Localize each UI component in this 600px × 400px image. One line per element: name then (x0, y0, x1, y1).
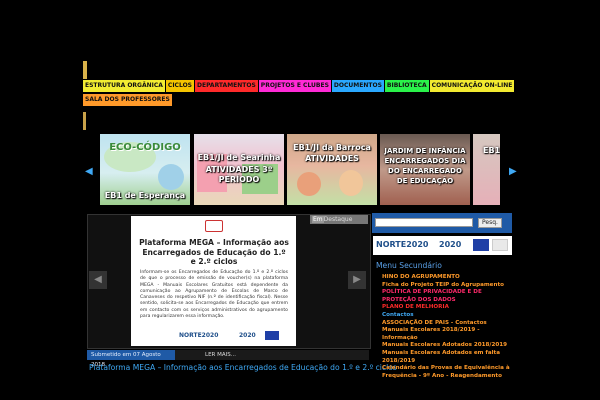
slider-thumb-searinha[interactable]: EB1/JI de Searinha ATIVIDADES 3º PERÍODO (194, 134, 284, 205)
document-body: Informam-se os Encarregados de Educação … (140, 270, 288, 320)
norte2020-logo: NORTE2020 (179, 332, 219, 339)
nav-row: SALA DOS PROFESSORES (83, 93, 448, 107)
nav-item[interactable]: DOCUMENTOS (331, 80, 384, 92)
nav-item[interactable]: CICLOS (165, 80, 194, 92)
secondary-menu-item[interactable]: Manuais Escolares Adotados em falta 2018… (382, 350, 512, 365)
post-meta-bar: Submetido em 07 Agosto 2018 LER MAIS... (87, 350, 369, 368)
funding-banner[interactable]: NORTE2020 2020 (373, 236, 512, 255)
secondary-menu-item[interactable]: Calendário das Provas de Equivalência à … (382, 365, 512, 380)
feature-next-arrow-icon[interactable]: ▶ (348, 271, 366, 289)
slider-next-arrow-icon[interactable]: ▶ (509, 166, 517, 177)
eu-flag-icon (473, 239, 489, 251)
eu-flag-icon (265, 331, 279, 340)
nav-item[interactable]: COMUNICAÇÃO ON-LINE (429, 80, 515, 92)
logo-placeholder-icon (492, 239, 508, 251)
slider-thumb-eco-codigo[interactable]: ECO-CÓDIGO EB1 de Esperança (100, 134, 190, 205)
read-more-link[interactable]: LER MAIS... (205, 350, 236, 360)
secondary-menu-title: Menu Secundário (376, 261, 442, 270)
secondary-menu-item[interactable]: POLÍTICA DE PRIVACIDADE E DE PROTEÇÃO DO… (382, 289, 512, 304)
secondary-menu-item[interactable]: Manuais Escolares 2018/2019 - Informação (382, 327, 512, 342)
slider-prev-arrow-icon[interactable]: ◀ (85, 166, 93, 177)
slider-thumb-jardim[interactable]: JARDIM DE INFÂNCIA ENCARREGADOS DIA DO E… (380, 134, 470, 205)
featured-tab[interactable]: EmDestaque (310, 215, 368, 224)
slide-caption-bottom: ATIVIDADES (305, 154, 359, 163)
slide-caption-top: ECO-CÓDIGO (109, 142, 181, 153)
document-footer-logos: NORTE2020 2020 (131, 328, 296, 344)
nav-row: ESTRUTURA ORGÂNICA CICLOS DEPARTAMENTOS PRO… (83, 79, 515, 93)
secondary-menu-item[interactable]: Manuais Escolares Adotados 2018/2019 (382, 342, 512, 350)
nav-handle (83, 61, 87, 79)
secondary-menu: HINO DO AGRUPAMENTO Ficha do Projeto TEIP… (382, 274, 512, 380)
secondary-menu-item[interactable]: ASSOCIAÇÃO DE PAIS - Contactos (382, 320, 512, 328)
portugal2020-logo: 2020 (239, 332, 256, 339)
nav-item[interactable]: BIBLIOTECA (384, 80, 429, 92)
slider-thumb-eb1[interactable]: EB1 (473, 134, 500, 205)
nav-item[interactable]: DEPARTAMENTOS (195, 80, 258, 92)
post-title-link[interactable]: Plataforma MEGA – Informação aos Encarre… (89, 363, 397, 372)
secondary-menu-item[interactable]: PLANO DE MELHORIA (382, 304, 512, 312)
slide-caption-top: EB1 (483, 146, 500, 155)
school-logo-icon (205, 220, 223, 232)
slide-image (297, 172, 321, 196)
portugal2020-logo: 2020 (439, 240, 462, 249)
nav-item[interactable]: SALA DOS PROFESSORES (83, 94, 172, 106)
nav-item[interactable]: PROJETOS E CLUBES (258, 80, 331, 92)
slide-image (158, 164, 184, 190)
search-button[interactable]: Pesq. (478, 218, 502, 228)
featured-tab-label: Destaque (323, 216, 353, 223)
slide-caption-top: EB1/JI de Searinha (197, 153, 281, 162)
post-date: Submetido em 07 Agosto 2018 (87, 350, 175, 368)
norte2020-logo: NORTE2020 (376, 240, 429, 249)
slide-caption-bottom: ATIVIDADES 3º PERÍODO (205, 165, 273, 184)
slide-caption-bottom: EB1 de Esperança (104, 191, 186, 200)
main-navigation: ESTRUTURA ORGÂNICA CICLOS DEPARTAMENTOS PRO… (83, 79, 515, 109)
featured-tab-label: Em (312, 216, 324, 223)
secondary-menu-item[interactable]: HINO DO AGRUPAMENTO (382, 274, 512, 282)
search-input[interactable] (375, 218, 473, 227)
document-title: Plataforma MEGA – Informação aos Encarre… (139, 238, 289, 266)
slide-image (339, 170, 363, 196)
featured-document-image[interactable]: Plataforma MEGA – Informação aos Encarre… (131, 216, 296, 346)
nav-handle (83, 112, 86, 130)
slide-caption-top: JARDIM DE INFÂNCIA ENCARREGADOS DIA DO E… (384, 147, 466, 185)
feature-prev-arrow-icon[interactable]: ◀ (89, 271, 107, 289)
slide-caption-top: EB1/JI da Barroca (293, 143, 371, 152)
secondary-menu-item[interactable]: Contactos (382, 312, 512, 320)
nav-item[interactable]: ESTRUTURA ORGÂNICA (83, 80, 165, 92)
slider-thumb-barroca[interactable]: EB1/JI da Barroca ATIVIDADES (287, 134, 377, 205)
